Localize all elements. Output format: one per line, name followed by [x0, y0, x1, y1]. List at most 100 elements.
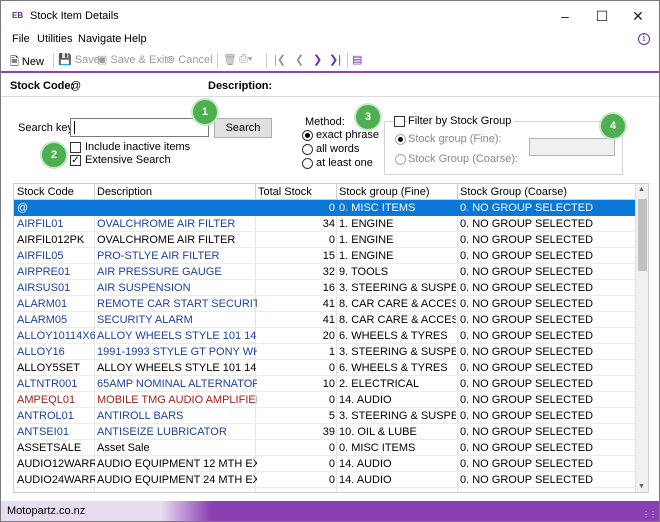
- cell-stock-code: AIRFIL012PK: [17, 234, 85, 246]
- cell-stock-group-coarse: 0. NO GROUP SELECTED: [460, 218, 594, 230]
- maximize-button[interactable]: ☐: [592, 7, 612, 25]
- new-button[interactable]: 🗎 New: [10, 53, 44, 72]
- menu-utilities[interactable]: Utilities: [37, 33, 72, 45]
- column-header-total-stock[interactable]: Total Stock: [258, 186, 312, 198]
- cell-total-stock: 41: [322, 314, 335, 326]
- cell-stock-group-fine: 6. WHEELS & TYRES: [339, 330, 448, 342]
- method-at-least-one-radio[interactable]: [302, 158, 313, 169]
- stock-items-grid[interactable]: Stock Code Description Total Stock Stock…: [13, 183, 649, 493]
- next-record-icon[interactable]: ❯: [313, 53, 322, 66]
- first-record-icon[interactable]: |❮: [274, 53, 286, 66]
- search-button[interactable]: Search: [214, 118, 272, 138]
- grid-header: Stock Code Description Total Stock Stock…: [14, 184, 636, 200]
- table-row[interactable]: AIRPRE01 AIR PRESSURE GAUGE 32 9. TOOLS 0. N…: [14, 264, 636, 280]
- method-exact-phrase-radio[interactable]: [302, 130, 313, 141]
- cancel-icon: ⊗: [166, 54, 176, 66]
- scroll-up-icon[interactable]: ▲: [638, 186, 645, 193]
- last-record-icon[interactable]: ❯|: [329, 53, 341, 66]
- cell-stock-group-coarse: 0. NO GROUP SELECTED: [460, 250, 594, 262]
- scroll-thumb[interactable]: [638, 199, 647, 271]
- table-row[interactable]: AIRFIL05 PRO-STLYE AIR FILTER 15 1. ENGINE 0…: [14, 248, 636, 264]
- save-button[interactable]: 💾 Save: [58, 53, 100, 66]
- cell-stock-group-fine: 14. AUDIO: [339, 474, 392, 486]
- cell-stock-group-coarse: 0. NO GROUP SELECTED: [460, 234, 594, 246]
- cell-stock-group-coarse: 0. NO GROUP SELECTED: [460, 330, 594, 342]
- print-icon[interactable]: ⎙▾: [239, 53, 252, 66]
- menu-file[interactable]: File: [12, 33, 30, 45]
- cell-stock-code: ALLOY16: [17, 346, 65, 358]
- cell-total-stock: 5: [328, 410, 335, 422]
- extensive-search-label: Extensive Search: [85, 154, 171, 166]
- cell-stock-group-coarse: 0. NO GROUP SELECTED: [460, 282, 594, 294]
- table-row[interactable]: AUDIO24WARRA...AUDIO EQUIPMENT 24 MTH EX…: [14, 472, 636, 488]
- cell-description: AIR SUSPENSION: [97, 282, 191, 294]
- cell-total-stock: 0: [328, 442, 335, 454]
- table-row[interactable]: ALTNTR001 65AMP NOMINAL ALTERNATOR 10 2. EL…: [14, 376, 636, 392]
- cell-stock-group-fine: 9. TOOLS: [339, 266, 389, 278]
- cell-stock-group-fine: 14. AUDIO: [339, 458, 392, 470]
- cell-stock-group-coarse: 0. NO GROUP SELECTED: [460, 442, 594, 454]
- column-separator: [336, 184, 337, 200]
- column-separator: [94, 184, 95, 200]
- table-row[interactable]: AIRSUS01 AIR SUSPENSION 16 3. STEERING & SU…: [14, 280, 636, 296]
- include-inactive-checkbox[interactable]: [70, 142, 81, 153]
- cell-total-stock: 0: [328, 202, 335, 214]
- extensive-search-checkbox[interactable]: ✓: [70, 155, 81, 166]
- stock-group-coarse-label: Stock Group (Coarse):: [408, 153, 519, 165]
- table-row[interactable]: AMPEQL01 MOBILE TMG AUDIO AMPLIFIER/EQ...…: [14, 392, 636, 408]
- image-icon[interactable]: ▤: [352, 53, 362, 66]
- menu-help[interactable]: Help: [124, 33, 147, 45]
- search-key-label: Search key:: [18, 122, 77, 134]
- save-icon: 💾: [58, 54, 72, 66]
- cell-stock-group-coarse: 0. NO GROUP SELECTED: [460, 394, 594, 406]
- column-header-stock-group-coarse[interactable]: Stock Group (Coarse): [460, 186, 567, 198]
- table-row[interactable]: AIRFIL01 OVALCHROME AIR FILTER 34 1. ENGINE…: [14, 216, 636, 232]
- toolbar-separator: [266, 53, 267, 68]
- cancel-button[interactable]: ⊗ Cancel: [166, 53, 213, 66]
- table-row[interactable]: ANTSEI01 ANTISEIZE LUBRICATOR 39 10. OIL & …: [14, 424, 636, 440]
- stock-group-fine-radio[interactable]: [395, 134, 406, 145]
- method-all-words-label: all words: [316, 143, 360, 155]
- close-button[interactable]: ✕: [628, 7, 648, 25]
- cell-stock-code: AMPEQL01: [17, 394, 76, 406]
- info-icon[interactable]: i: [638, 33, 650, 45]
- cell-stock-code: AIRSUS01: [17, 282, 71, 294]
- cell-stock-group-fine: 14. AUDIO: [339, 394, 392, 406]
- stock-group-select[interactable]: [529, 138, 615, 156]
- stock-group-coarse-radio[interactable]: [395, 154, 406, 165]
- table-row[interactable]: AUDIO12WARRA...AUDIO EQUIPMENT 12 MTH EX…: [14, 456, 636, 472]
- cell-stock-group-coarse: 0. NO GROUP SELECTED: [460, 346, 594, 358]
- save-exit-button[interactable]: ▣ Save & Exit: [97, 53, 167, 66]
- save-exit-icon: ▣: [97, 54, 108, 66]
- cell-stock-group-fine: 1. ENGINE: [339, 218, 394, 230]
- table-row[interactable]: @0 0. MISC ITEMS 0. NO GROUP SELECTED: [14, 200, 636, 216]
- scroll-down-icon[interactable]: ▼: [638, 483, 645, 490]
- previous-record-icon[interactable]: ❮: [295, 53, 304, 66]
- cell-stock-code: AIRFIL05: [17, 250, 64, 262]
- filter-by-stock-group-checkbox[interactable]: [394, 116, 405, 127]
- table-row[interactable]: ALARM05 SECURITY ALARM 41 8. CAR CARE & ACC…: [14, 312, 636, 328]
- table-row[interactable]: ASSETSALE Asset Sale 0 0. MISC ITEMS 0. NO G…: [14, 440, 636, 456]
- menu-navigate[interactable]: Navigate: [78, 33, 121, 45]
- search-key-input[interactable]: [70, 118, 209, 137]
- cell-stock-group-fine: 10. OIL & LUBE: [339, 426, 417, 438]
- cell-stock-group-coarse: 0. NO GROUP SELECTED: [460, 378, 594, 390]
- table-row[interactable]: AIRFIL012PK OVALCHROME AIR FILTER 0 1. ENGI…: [14, 232, 636, 248]
- minimize-button[interactable]: –: [555, 7, 575, 25]
- cell-stock-code: ALLOY10114X6: [17, 330, 95, 342]
- cell-stock-code: ANTSEI01: [17, 426, 69, 438]
- table-row[interactable]: ALLOY10114X6ALLOY WHEELS STYLE 101 14X6.…: [14, 328, 636, 344]
- cell-stock-group-fine: 1. ENGINE: [339, 250, 394, 262]
- table-row[interactable]: ALARM01 REMOTE CAR START SECURITY 41 8. CAR…: [14, 296, 636, 312]
- table-row[interactable]: ALLOY16 1991-1993 STYLE GT PONY WHEEL 1 3. …: [14, 344, 636, 360]
- column-header-stock-code[interactable]: Stock Code: [17, 186, 74, 198]
- table-row[interactable]: ALLOY5SET ALLOY WHEELS STYLE 101 14X6.0 06…: [14, 360, 636, 376]
- delete-icon[interactable]: 🗑: [223, 53, 237, 66]
- grid-vertical-scrollbar[interactable]: ▲ ▼: [635, 184, 648, 492]
- cell-stock-group-fine: 8. CAR CARE & ACCESSO...: [339, 298, 456, 310]
- method-all-words-radio[interactable]: [302, 144, 313, 155]
- column-header-description[interactable]: Description: [97, 186, 152, 198]
- table-row[interactable]: ANTROL01 ANTIROLL BARS 5 3. STEERING & SUSP…: [14, 408, 636, 424]
- column-header-stock-group-fine[interactable]: Stock group (Fine): [339, 186, 429, 198]
- resize-grip-icon[interactable]: ⋮⋮: [642, 510, 657, 519]
